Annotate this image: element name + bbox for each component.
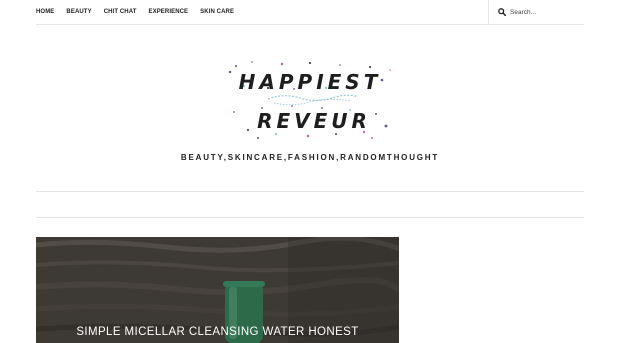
search-box: [488, 0, 585, 24]
top-navigation-bar: HOME BEAUTY CHIT CHAT EXPERIENCE SKIN CA…: [36, 0, 584, 25]
nav-item-experience[interactable]: EXPERIENCE: [148, 8, 188, 16]
nav-item-beauty[interactable]: BEAUTY: [66, 8, 91, 16]
logo-swoosh-line: [267, 94, 359, 102]
nav-item-home[interactable]: HOME: [36, 8, 54, 16]
search-icon[interactable]: [498, 8, 506, 16]
featured-post-title[interactable]: SIMPLE MICELLAR CLEANSING WATER HONEST: [36, 326, 399, 338]
main-menu: HOME BEAUTY CHIT CHAT EXPERIENCE SKIN CA…: [36, 8, 246, 16]
nav-item-chit-chat[interactable]: CHIT CHAT: [104, 8, 137, 16]
search-input[interactable]: [510, 7, 580, 17]
nav-item-skin-care[interactable]: SKIN CARE: [200, 8, 234, 16]
logo-text-line2: REVEUR: [257, 109, 371, 133]
featured-post-card[interactable]: SIMPLE MICELLAR CLEANSING WATER HONEST: [36, 237, 399, 343]
site-logo[interactable]: HAPPIEST REVEUR: [222, 58, 398, 142]
header-divider-bottom: [36, 217, 584, 218]
header-divider-top: [36, 191, 584, 192]
site-tagline: BEAUTY,SKINCARE,FASHION,RANDOMTHOUGHT: [180, 153, 440, 162]
logo-text-line1: HAPPIEST: [239, 70, 382, 94]
logo-swoosh-line-2: [273, 98, 351, 106]
